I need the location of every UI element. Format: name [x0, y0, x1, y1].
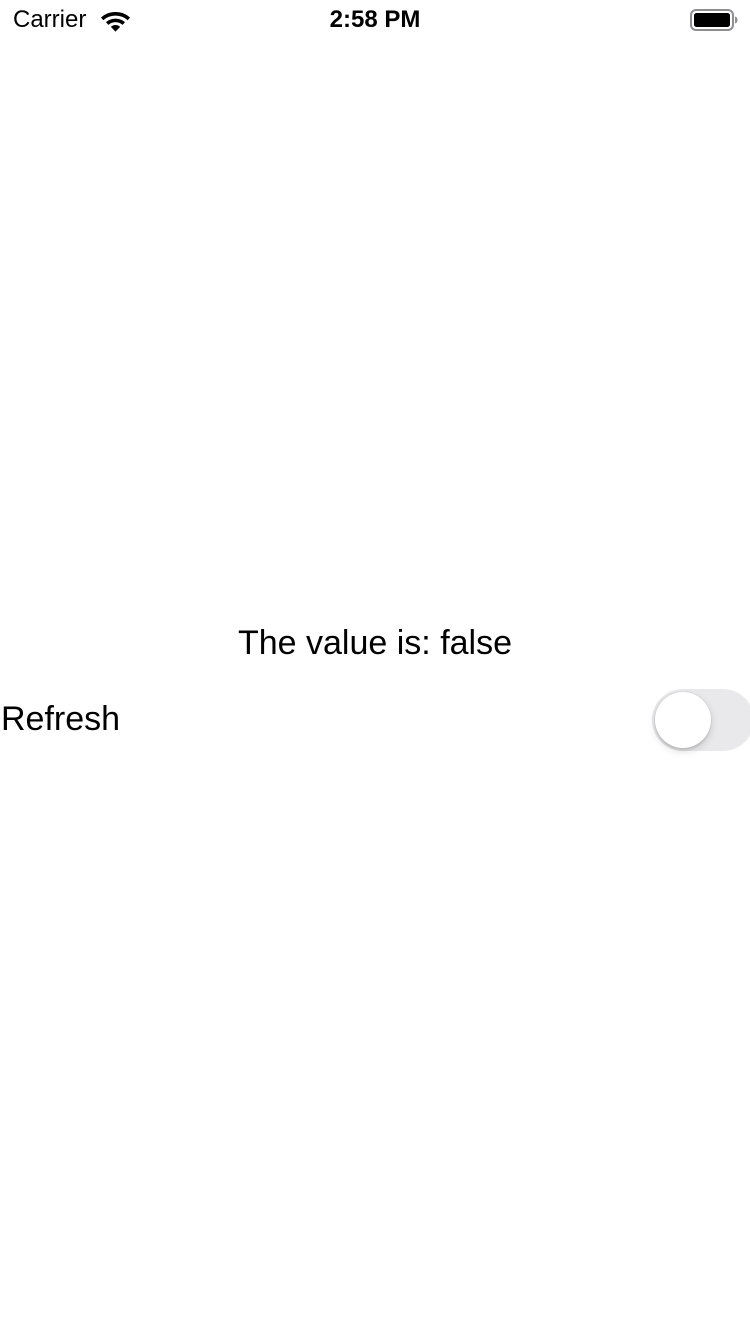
- value-label: The value is: false: [237, 624, 513, 662]
- battery-full-icon: [690, 9, 738, 31]
- toggle-knob: [655, 692, 711, 748]
- refresh-row: Refresh: [0, 688, 750, 752]
- refresh-toggle[interactable]: [652, 689, 750, 751]
- status-bar: Carrier 2:58 PM: [0, 0, 750, 40]
- refresh-label: Refresh: [1, 700, 121, 738]
- status-time: 2:58 PM: [329, 6, 421, 33]
